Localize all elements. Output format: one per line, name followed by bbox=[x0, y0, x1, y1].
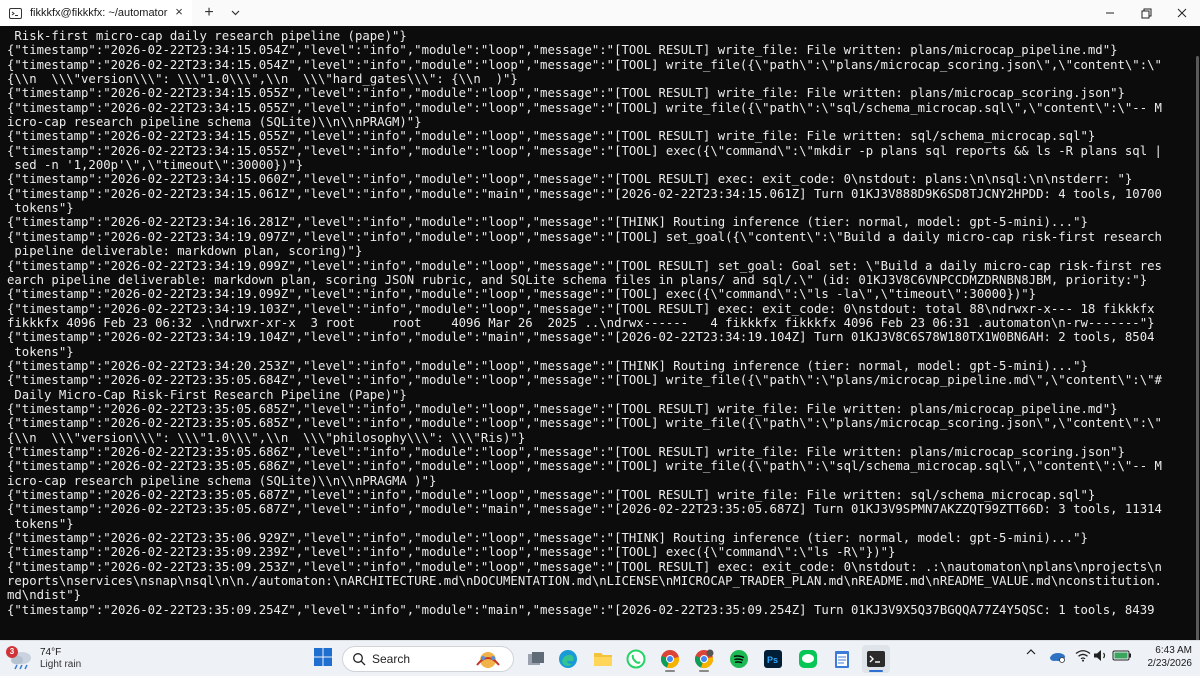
terminal-line: {"timestamp":"2026-02-22T23:35:06.929Z",… bbox=[7, 531, 1088, 546]
terminal-line: {"timestamp":"2026-02-22T23:34:15.055Z",… bbox=[7, 129, 1096, 144]
terminal-line: {"timestamp":"2026-02-22T23:35:05.684Z",… bbox=[7, 373, 1162, 388]
terminal-line: {"timestamp":"2026-02-22T23:34:20.253Z",… bbox=[7, 358, 1088, 373]
chrome-icon[interactable] bbox=[656, 645, 684, 673]
terminal-line: {"timestamp":"2026-02-22T23:35:05.685Z",… bbox=[7, 401, 1118, 416]
file-explorer-icon[interactable] bbox=[589, 645, 617, 673]
title-bar: fikkkfx@fikkkfx: ~/automator × + bbox=[0, 0, 1200, 27]
wifi-icon[interactable] bbox=[1075, 649, 1091, 662]
clock-date: 2/23/2026 bbox=[1147, 658, 1193, 669]
terminal-line: sed -n '1,200p'\",\"timeout\":30000})"} bbox=[7, 158, 304, 173]
taskbar-search-box[interactable]: Search bbox=[342, 646, 514, 672]
terminal-line: fikkkfx 4096 Feb 23 06:32 .\ndrwxr-xr-x … bbox=[7, 315, 1155, 330]
restore-button[interactable] bbox=[1128, 0, 1164, 26]
terminal-line: {\\n \\\"version\\\": \\\"1.0\\\",\\n \\… bbox=[7, 430, 526, 445]
rain-cloud-icon: 3 bbox=[6, 646, 34, 670]
terminal-icon bbox=[9, 7, 22, 20]
close-window-button[interactable] bbox=[1164, 0, 1200, 26]
terminal-line: {"timestamp":"2026-02-22T23:35:05.687Z",… bbox=[7, 488, 1096, 502]
tab-close-button[interactable]: × bbox=[172, 5, 186, 19]
svg-text:Ps: Ps bbox=[767, 655, 778, 665]
active-indicator bbox=[665, 670, 675, 672]
terminal-line: {"timestamp":"2026-02-22T23:35:05.686Z",… bbox=[7, 444, 1125, 459]
terminal-line: Daily Micro-Cap Risk-First Research Pipe… bbox=[7, 387, 407, 402]
terminal-line: {"timestamp":"2026-02-22T23:34:19.104Z",… bbox=[7, 330, 1155, 345]
terminal-line: {"timestamp":"2026-02-22T23:34:15.055Z",… bbox=[7, 86, 1125, 101]
notepad-icon[interactable] bbox=[828, 645, 856, 673]
whatsapp-icon[interactable] bbox=[622, 645, 650, 673]
terminal-output[interactable]: Risk-first micro-cap daily research pipe… bbox=[0, 26, 1200, 656]
terminal-line: Risk-first micro-cap daily research pipe… bbox=[7, 29, 407, 43]
line-messenger-icon[interactable] bbox=[794, 645, 822, 673]
terminal-line: {"timestamp":"2026-02-22T23:34:15.054Z",… bbox=[7, 57, 1162, 72]
terminal-line: pipeline deliverable: markdown plan, sco… bbox=[7, 244, 363, 259]
taskbar: 3 74°F Light rain Search Ps 6:43 AM 2/23… bbox=[0, 640, 1200, 676]
terminal-line: {"timestamp":"2026-02-22T23:34:15.055Z",… bbox=[7, 100, 1162, 115]
terminal-line: {"timestamp":"2026-02-22T23:35:09.253Z",… bbox=[7, 559, 1162, 574]
clock-time: 6:43 AM bbox=[1155, 645, 1192, 656]
active-indicator bbox=[869, 670, 883, 672]
terminal-line: md\ndist"} bbox=[7, 588, 82, 603]
terminal-app-icon[interactable] bbox=[862, 645, 890, 673]
search-highlight-icon bbox=[471, 649, 505, 671]
chrome-profile-icon[interactable] bbox=[690, 645, 718, 673]
task-view-icon[interactable] bbox=[522, 645, 550, 673]
terminal-line: tokens"} bbox=[7, 201, 74, 216]
weather-alert-badge: 3 bbox=[6, 646, 18, 658]
weather-widget[interactable]: 3 74°F Light rain bbox=[6, 644, 82, 674]
edge-browser-icon[interactable] bbox=[554, 645, 582, 673]
terminal-line: {"timestamp":"2026-02-22T23:34:19.097Z",… bbox=[7, 229, 1162, 244]
volume-icon[interactable] bbox=[1093, 649, 1109, 662]
terminal-line: {"timestamp":"2026-02-22T23:35:05.685Z",… bbox=[7, 416, 1162, 431]
terminal-line: {"timestamp":"2026-02-22T23:35:05.686Z",… bbox=[7, 459, 1162, 474]
terminal-line: icro-cap research pipeline schema (SQLit… bbox=[7, 115, 422, 130]
terminal-line: {"timestamp":"2026-02-22T23:34:15.060Z",… bbox=[7, 172, 1133, 187]
tab-dropdown-chevron-icon[interactable] bbox=[226, 4, 244, 22]
terminal-line: {"timestamp":"2026-02-22T23:34:19.103Z",… bbox=[7, 301, 1155, 316]
terminal-scrollbar[interactable] bbox=[1196, 56, 1199, 656]
new-tab-button[interactable]: + bbox=[200, 4, 218, 22]
terminal-line: {"timestamp":"2026-02-22T23:35:09.239Z",… bbox=[7, 545, 896, 560]
terminal-line: tokens"} bbox=[7, 516, 74, 531]
terminal-line: {"timestamp":"2026-02-22T23:34:16.281Z",… bbox=[7, 215, 1088, 230]
terminal-line: earch pipeline deliverable: markdown pla… bbox=[7, 272, 1148, 287]
weather-temperature: 74°F bbox=[40, 647, 62, 658]
search-label: Search bbox=[372, 652, 411, 666]
terminal-line: {"timestamp":"2026-02-22T23:35:09.254Z",… bbox=[7, 602, 1155, 617]
active-indicator bbox=[699, 670, 709, 672]
tab-title: fikkkfx@fikkkfx: ~/automator bbox=[30, 7, 168, 19]
terminal-line: {"timestamp":"2026-02-22T23:34:15.061Z",… bbox=[7, 186, 1162, 201]
terminal-line: {"timestamp":"2026-02-22T23:34:19.099Z",… bbox=[7, 258, 1162, 273]
terminal-tab[interactable]: fikkkfx@fikkkfx: ~/automator × bbox=[0, 0, 192, 26]
minimize-button[interactable] bbox=[1092, 0, 1128, 26]
terminal-line: {"timestamp":"2026-02-22T23:34:15.055Z",… bbox=[7, 143, 1162, 158]
terminal-lines: Risk-first micro-cap daily research pipe… bbox=[7, 29, 1187, 617]
terminal-line: {"timestamp":"2026-02-22T23:34:19.099Z",… bbox=[7, 287, 1037, 302]
terminal-line: {"timestamp":"2026-02-22T23:34:15.054Z",… bbox=[7, 43, 1118, 58]
onedrive-icon[interactable] bbox=[1048, 649, 1066, 663]
taskbar-clock[interactable]: 6:43 AM 2/23/2026 bbox=[1122, 644, 1193, 670]
spotify-icon[interactable] bbox=[725, 645, 753, 673]
terminal-line: icro-cap research pipeline schema (SQLit… bbox=[7, 473, 437, 488]
weather-description: Light rain bbox=[40, 659, 82, 670]
terminal-line: tokens"} bbox=[7, 344, 74, 359]
search-icon bbox=[352, 652, 366, 666]
start-button[interactable] bbox=[309, 645, 337, 673]
windows-logo-icon bbox=[313, 647, 333, 672]
photoshop-icon[interactable]: Ps bbox=[759, 645, 787, 673]
terminal-line: {\\n \\\"version\\\": \\\"1.0\\\",\\n \\… bbox=[7, 72, 518, 87]
show-hidden-icons-chevron-icon[interactable] bbox=[1024, 649, 1038, 655]
terminal-line: reports\nservices\nsnap\nsql\n\n./automa… bbox=[7, 574, 1162, 589]
terminal-line: {"timestamp":"2026-02-22T23:35:05.687Z",… bbox=[7, 502, 1162, 517]
